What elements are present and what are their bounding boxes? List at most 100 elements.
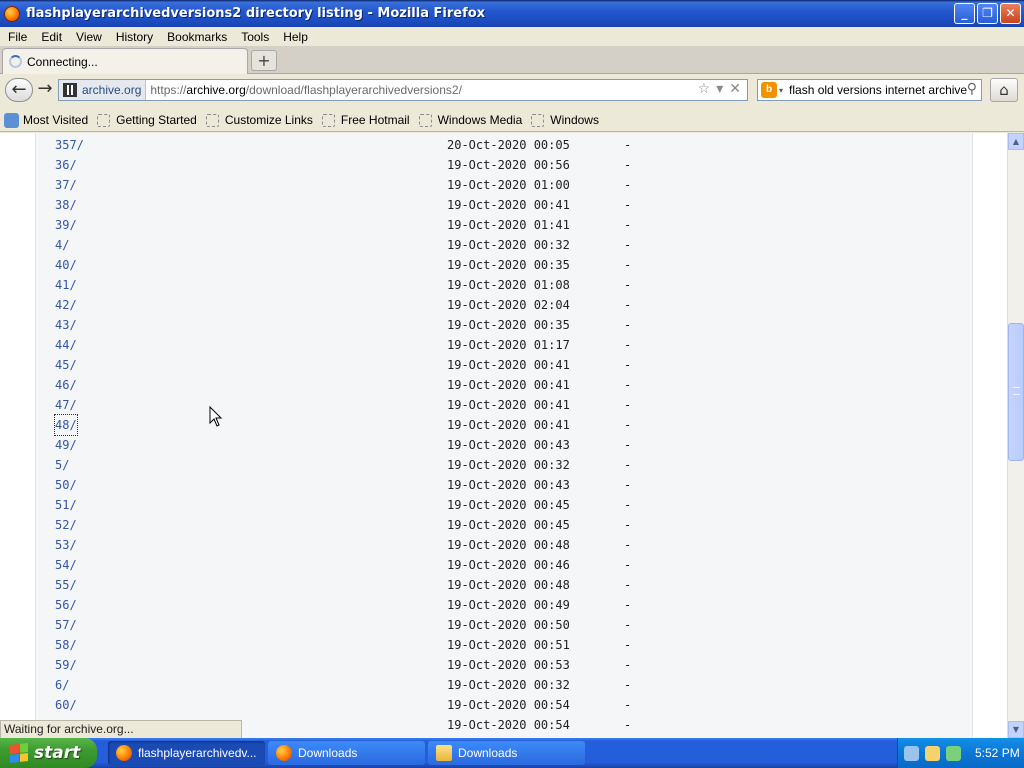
mouse-cursor-icon [209, 406, 223, 427]
menu-view[interactable]: View [70, 30, 108, 44]
firefox-icon[interactable] [4, 5, 20, 22]
start-label: start [34, 743, 81, 763]
modified-date: 19-Oct-2020 00:46 [447, 558, 570, 572]
folder-icon [436, 745, 452, 761]
security-icon[interactable] [925, 745, 940, 761]
bookmark-windows-media[interactable]: Windows Media [418, 113, 522, 127]
modified-date: 19-Oct-2020 00:41 [447, 358, 570, 372]
minimize-button[interactable]: _ [954, 3, 975, 24]
grip-icon [1013, 387, 1020, 395]
bookmark-customize-links[interactable]: Customize Links [205, 113, 313, 127]
menu-edit[interactable]: Edit [35, 30, 68, 44]
url-host: archive.org [186, 83, 246, 97]
close-button[interactable]: ✕ [1000, 3, 1021, 24]
directory-link[interactable]: 58/ [55, 635, 77, 655]
taskbar: start flashplayerarchivedv... Downloads … [0, 738, 1024, 768]
bookmark-most-visited[interactable]: Most Visited [0, 112, 88, 128]
network-icon[interactable] [904, 745, 919, 761]
bookmark-windows[interactable]: Windows [531, 113, 599, 127]
new-tab-button[interactable]: + [251, 50, 277, 71]
directory-link[interactable]: 47/ [55, 395, 77, 415]
bookmark-label: Customize Links [224, 113, 313, 127]
clock: 5:52 PM [975, 746, 1020, 760]
home-button[interactable]: ⌂ [990, 78, 1018, 102]
file-size: - [624, 578, 632, 592]
directory-link[interactable]: 6/ [55, 675, 69, 695]
bookmark-getting-started[interactable]: Getting Started [97, 113, 197, 127]
site-identity[interactable]: archive.org [59, 80, 147, 100]
url-history-dropdown-icon[interactable]: ▾ [716, 81, 723, 97]
directory-link[interactable]: 5/ [55, 455, 69, 475]
taskbar-item-firefox-downloads[interactable]: Downloads [268, 741, 425, 765]
directory-link[interactable]: 59/ [55, 655, 77, 675]
page-icon [418, 113, 432, 127]
start-button[interactable]: start [0, 738, 97, 768]
engine-dropdown-icon[interactable]: ▾ [779, 86, 783, 95]
scroll-up-icon[interactable]: ▲ [1008, 133, 1024, 150]
bookmark-star-icon[interactable]: ☆ [698, 81, 711, 97]
menu-help[interactable]: Help [277, 30, 314, 44]
site-identity-label: archive.org [82, 83, 142, 97]
table-row: 40/19-Oct-2020 00:35 - [36, 255, 974, 275]
bookmark-free-hotmail[interactable]: Free Hotmail [321, 113, 410, 127]
search-icon[interactable]: ⚲ [967, 81, 977, 97]
menu-tools[interactable]: Tools [235, 30, 275, 44]
vertical-scrollbar[interactable]: ▲ ▼ [1007, 133, 1024, 738]
directory-link[interactable]: 52/ [55, 515, 77, 535]
directory-link[interactable]: 38/ [55, 195, 77, 215]
table-row: 51/19-Oct-2020 00:45 - [36, 495, 974, 515]
url-text[interactable]: https://archive.org/download/flashplayer… [150, 83, 462, 97]
directory-link[interactable]: 53/ [55, 535, 77, 555]
directory-link[interactable]: 4/ [55, 235, 69, 255]
tab-current[interactable]: Connecting... [2, 48, 248, 74]
directory-link[interactable]: 42/ [55, 295, 77, 315]
directory-link[interactable]: 36/ [55, 155, 77, 175]
directory-link[interactable]: 37/ [55, 175, 77, 195]
stop-icon[interactable]: ✕ [729, 81, 741, 97]
search-input[interactable]: flash old versions internet archive [789, 83, 967, 97]
scrollbar-thumb[interactable] [1008, 323, 1024, 461]
maximize-button[interactable]: ❐ [977, 3, 998, 24]
directory-link[interactable]: 48/ [54, 414, 78, 436]
scroll-down-icon[interactable]: ▼ [1008, 721, 1024, 738]
directory-link[interactable]: 357/ [55, 135, 84, 155]
menu-history[interactable]: History [110, 30, 159, 44]
back-button[interactable]: ← [5, 78, 33, 102]
directory-link[interactable]: 60/ [55, 695, 77, 715]
directory-link[interactable]: 56/ [55, 595, 77, 615]
modified-date: 19-Oct-2020 00:54 [447, 698, 570, 712]
directory-link[interactable]: 44/ [55, 335, 77, 355]
forward-button[interactable]: → [32, 78, 58, 102]
table-row: 47/19-Oct-2020 00:41 - [36, 395, 974, 415]
directory-link[interactable]: 40/ [55, 255, 77, 275]
search-engine-icon[interactable]: b [761, 82, 777, 98]
directory-link[interactable]: 41/ [55, 275, 77, 295]
directory-link[interactable]: 46/ [55, 375, 77, 395]
menu-file[interactable]: File [2, 30, 33, 44]
search-bar[interactable]: b ▾ flash old versions internet archive … [757, 79, 982, 101]
directory-link[interactable]: 49/ [55, 435, 77, 455]
table-row: 59/19-Oct-2020 00:53 - [36, 655, 974, 675]
table-row: 6/19-Oct-2020 00:32 - [36, 675, 974, 695]
file-size: - [624, 378, 632, 392]
directory-link[interactable]: 57/ [55, 615, 77, 635]
table-row: 38/19-Oct-2020 00:41 - [36, 195, 974, 215]
directory-link[interactable]: 50/ [55, 475, 77, 495]
file-size: - [624, 358, 632, 372]
url-bar[interactable]: archive.org https://archive.org/download… [58, 79, 748, 101]
directory-link[interactable]: 39/ [55, 215, 77, 235]
directory-link[interactable]: 54/ [55, 555, 77, 575]
directory-link[interactable]: 43/ [55, 315, 77, 335]
site-favicon-icon [63, 83, 77, 97]
modified-date: 19-Oct-2020 00:54 [447, 718, 570, 732]
directory-link[interactable]: 55/ [55, 575, 77, 595]
taskbar-item-folder-downloads[interactable]: Downloads [428, 741, 585, 765]
update-icon[interactable] [946, 745, 961, 761]
taskbar-item-firefox-archive[interactable]: flashplayerarchivedv... [108, 741, 265, 765]
file-size: - [624, 478, 632, 492]
directory-link[interactable]: 51/ [55, 495, 77, 515]
file-size: - [624, 138, 632, 152]
directory-link[interactable]: 45/ [55, 355, 77, 375]
firefox-icon [276, 745, 292, 761]
menu-bookmarks[interactable]: Bookmarks [161, 30, 233, 44]
